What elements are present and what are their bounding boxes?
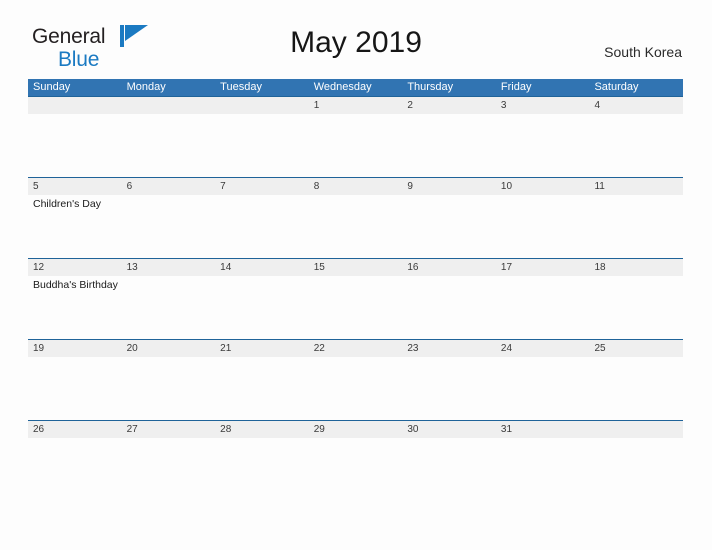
date-number[interactable]: 18: [589, 259, 683, 276]
day-cell[interactable]: Buddha's Birthday: [28, 276, 122, 339]
day-cell[interactable]: [589, 114, 683, 177]
weekday-header-wednesday: Wednesday: [313, 81, 372, 93]
weekday-header-monday: Monday: [126, 81, 166, 93]
day-cell[interactable]: Children's Day: [28, 195, 122, 258]
date-number[interactable]: 1: [309, 97, 403, 114]
date-number[interactable]: 27: [122, 421, 216, 438]
date-number-band: 19 20 21 22 23 24 25: [28, 340, 683, 357]
day-cell[interactable]: [122, 438, 216, 501]
date-number[interactable]: 9: [402, 178, 496, 195]
event-band: Children's Day: [28, 195, 683, 258]
date-number[interactable]: 29: [309, 421, 403, 438]
date-number[interactable]: 17: [496, 259, 590, 276]
date-number[interactable]: 12: [28, 259, 122, 276]
date-number[interactable]: 10: [496, 178, 590, 195]
weekday-header-friday: Friday: [500, 81, 532, 93]
day-cell[interactable]: [589, 276, 683, 339]
date-number[interactable]: 7: [215, 178, 309, 195]
date-number[interactable]: 3: [496, 97, 590, 114]
weekday-header-thursday: Thursday: [407, 81, 454, 93]
date-number[interactable]: 26: [28, 421, 122, 438]
date-number[interactable]: 23: [402, 340, 496, 357]
calendar-week-row: 19 20 21 22 23 24 25: [28, 339, 683, 420]
holiday-event-label: Children's Day: [33, 198, 101, 210]
day-cell[interactable]: [496, 438, 590, 501]
weekday-header-tuesday: Tuesday: [220, 81, 262, 93]
event-band: [28, 438, 683, 501]
date-number-empty: [589, 421, 683, 438]
date-number-band: 1234: [28, 97, 683, 114]
day-cell[interactable]: [589, 438, 683, 501]
date-number-band: 5 6 7 8 9 10 11: [28, 178, 683, 195]
date-number-empty: [122, 97, 216, 114]
calendar-week-row: 5 6 7 8 9 10 11 Children's Day: [28, 177, 683, 258]
calendar-weeks: 1 2 3 4 5 6 7 8 9 10 11 Children's Day 12 13 14 15 16 17 1…: [28, 96, 683, 501]
day-cell[interactable]: [589, 195, 683, 258]
day-cell[interactable]: [496, 357, 590, 420]
date-number[interactable]: 2: [402, 97, 496, 114]
weekday-header-sunday: Sunday: [33, 81, 71, 93]
date-number-band: 12 13 14 15 16 17 18: [28, 259, 683, 276]
day-cell[interactable]: [122, 357, 216, 420]
weekday-header-saturday: Saturday: [594, 81, 639, 93]
event-band: [28, 114, 683, 177]
event-band: Buddha's Birthday: [28, 276, 683, 339]
day-cell[interactable]: [28, 357, 122, 420]
day-cell[interactable]: [402, 276, 496, 339]
date-number[interactable]: 24: [496, 340, 590, 357]
day-cell[interactable]: [309, 357, 403, 420]
calendar-grid: Sunday Monday Tuesday Wednesday Thursday Frid…: [28, 79, 683, 501]
date-number-band: 26 27 28 29 30 31: [28, 421, 683, 438]
date-number[interactable]: 16: [402, 259, 496, 276]
day-cell[interactable]: [215, 357, 309, 420]
date-number[interactable]: 25: [589, 340, 683, 357]
calendar-week-row: 1234: [28, 96, 683, 177]
day-cell[interactable]: [215, 276, 309, 339]
day-cell[interactable]: [589, 357, 683, 420]
region-label: South Korea: [604, 44, 682, 60]
date-number[interactable]: 28: [215, 421, 309, 438]
day-cell[interactable]: [402, 438, 496, 501]
date-number[interactable]: 21: [215, 340, 309, 357]
day-cell[interactable]: [215, 438, 309, 501]
day-cell[interactable]: [309, 195, 403, 258]
date-number-empty: [28, 97, 122, 114]
day-cell[interactable]: [402, 357, 496, 420]
date-number[interactable]: 22: [309, 340, 403, 357]
day-cell[interactable]: [496, 114, 590, 177]
date-number[interactable]: 8: [309, 178, 403, 195]
date-number[interactable]: 13: [122, 259, 216, 276]
event-band: [28, 357, 683, 420]
date-number[interactable]: 14: [215, 259, 309, 276]
calendar-week-row: 12 13 14 15 16 17 18 Buddha's Birthday: [28, 258, 683, 339]
day-cell[interactable]: [28, 114, 122, 177]
day-cell[interactable]: [122, 195, 216, 258]
day-cell[interactable]: [215, 195, 309, 258]
day-cell[interactable]: [309, 438, 403, 501]
day-cell[interactable]: [496, 195, 590, 258]
holiday-event-label: Buddha's Birthday: [33, 279, 118, 291]
day-cell[interactable]: [309, 114, 403, 177]
date-number[interactable]: 19: [28, 340, 122, 357]
day-cell[interactable]: [215, 114, 309, 177]
date-number[interactable]: 20: [122, 340, 216, 357]
day-cell[interactable]: [309, 276, 403, 339]
day-cell[interactable]: [496, 276, 590, 339]
date-number[interactable]: 4: [589, 97, 683, 114]
date-number[interactable]: 5: [28, 178, 122, 195]
day-cell[interactable]: [122, 276, 216, 339]
date-number[interactable]: 31: [496, 421, 590, 438]
weekday-header-row: Sunday Monday Tuesday Wednesday Thursday Frid…: [28, 79, 683, 96]
page-header: General Blue May 2019 South Korea: [0, 0, 712, 70]
date-number[interactable]: 6: [122, 178, 216, 195]
date-number[interactable]: 15: [309, 259, 403, 276]
day-cell[interactable]: [28, 438, 122, 501]
date-number-empty: [215, 97, 309, 114]
day-cell[interactable]: [402, 195, 496, 258]
date-number[interactable]: 30: [402, 421, 496, 438]
date-number[interactable]: 11: [589, 178, 683, 195]
day-cell[interactable]: [402, 114, 496, 177]
day-cell[interactable]: [122, 114, 216, 177]
calendar-week-row: 26 27 28 29 30 31: [28, 420, 683, 501]
